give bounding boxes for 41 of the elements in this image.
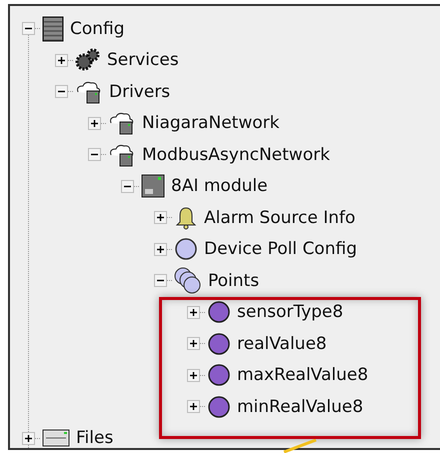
expand-toggle[interactable] [55, 85, 68, 98]
expand-toggle[interactable] [88, 116, 101, 130]
expand-toggle[interactable] [187, 400, 200, 414]
device-icon [141, 174, 165, 198]
tree-item-label[interactable]: Services [107, 50, 179, 70]
tree-item-label[interactable]: NiagaraNetwork [142, 113, 280, 134]
tree-item-label[interactable]: Points [208, 270, 260, 291]
tree-item-label[interactable]: realValue8 [237, 334, 327, 354]
circle-icon [207, 300, 231, 324]
tree-item-label[interactable]: Device Poll Config [204, 239, 357, 260]
circle-icon [207, 332, 231, 356]
network-icon [108, 142, 136, 167]
server-icon [42, 16, 64, 42]
network-icon [108, 111, 136, 136]
tree-item-label[interactable]: 8AI module [171, 176, 268, 196]
gears-icon [75, 47, 101, 74]
expand-toggle[interactable] [187, 368, 200, 382]
expand-toggle[interactable] [121, 180, 134, 193]
tree-item-label[interactable]: minRealValue8 [237, 396, 364, 417]
expand-toggle[interactable] [88, 148, 101, 162]
tree-item-label[interactable]: Alarm Source Info [204, 208, 356, 228]
tree-item-label[interactable]: sensorType8 [237, 302, 344, 322]
tree-item-label[interactable]: Drivers [109, 82, 170, 102]
expand-toggle[interactable] [22, 22, 35, 36]
circle-icon [174, 237, 198, 262]
tree-item-label[interactable]: Config [70, 18, 125, 39]
expand-toggle[interactable] [154, 274, 167, 288]
circle-icon [207, 394, 231, 419]
expand-toggle[interactable] [22, 432, 35, 445]
tree-item-label[interactable]: ModbusAsyncNetwork [142, 144, 330, 165]
tree-item-label[interactable]: maxRealValue8 [237, 365, 368, 386]
expand-toggle[interactable] [187, 306, 200, 319]
bell-icon [174, 206, 198, 230]
tree-item-label[interactable]: Files [76, 428, 114, 448]
expand-toggle[interactable] [187, 337, 200, 350]
expand-toggle[interactable] [154, 211, 167, 224]
expand-toggle[interactable] [154, 242, 167, 256]
circles-icon [174, 266, 202, 295]
circle-icon [207, 363, 231, 388]
network-icon [75, 80, 103, 104]
expand-toggle[interactable] [55, 54, 68, 67]
